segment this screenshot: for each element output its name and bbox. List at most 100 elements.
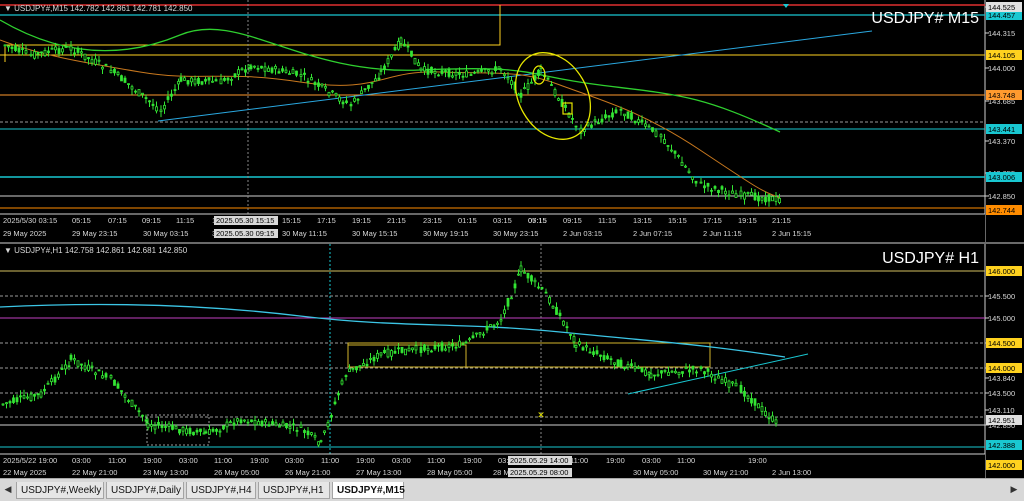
- date-label: 2 Jun 03:15: [563, 229, 602, 238]
- time-label: 03:15: [493, 216, 512, 225]
- time-label: 15:15: [668, 216, 687, 225]
- time-label: 09:15: [563, 216, 582, 225]
- price-tick-label: 145.000: [988, 314, 1015, 323]
- date-label: 30 May 05:00: [633, 468, 678, 477]
- time-label: 07:15: [528, 216, 547, 225]
- time-label: 11:15: [598, 216, 616, 225]
- price-tick-label: 145.500: [988, 292, 1015, 301]
- price-tag-label: 142.744: [988, 206, 1015, 215]
- tab-usdjpy-h1[interactable]: USDJPY#,H1: [258, 482, 330, 499]
- info-line-m15: ▼ USDJPY#,M15 142.782 142.861 142.781 14…: [4, 4, 193, 13]
- time-label: 11:00: [677, 456, 695, 465]
- time-label: 19:00: [143, 456, 162, 465]
- time-label: 21:15: [387, 216, 406, 225]
- date-label: 30 May 23:15: [493, 229, 538, 238]
- date-label: 30 May 19:15: [423, 229, 468, 238]
- price-tag-label: 142.000: [988, 461, 1015, 470]
- price-ticks-m15: 144.525144.315144.000143.685143.370143.0…: [985, 3, 1015, 201]
- time-label: 2025/5/22 19:00: [3, 456, 57, 465]
- price-tick-label: 143.110: [988, 406, 1015, 415]
- annotation-box: [562, 102, 573, 115]
- date-label: 2 Jun 13:00: [772, 468, 811, 477]
- price-chart-m15[interactable]: USDJPY# M15 ▼ USDJPY#,M15 142.782 142.86…: [0, 0, 1024, 242]
- date-label: 28 May 05:00: [427, 468, 472, 477]
- time-label: 2025/5/30 03:15: [3, 216, 57, 225]
- date-label: 30 May 15:15: [352, 229, 397, 238]
- date-label: 2 Jun 11:15: [703, 229, 742, 238]
- info-line-h1: ▼ USDJPY#,H1 142.758 142.861 142.681 142…: [4, 246, 188, 255]
- chart-pane-h1[interactable]: ✕ USDJPY# H1 ▼ USDJPY#,H1 142.758 142.86…: [0, 242, 1024, 480]
- time-label: 11:00: [427, 456, 445, 465]
- price-tag-label: 144.525: [988, 3, 1015, 12]
- price-tick-label: 143.500: [988, 389, 1015, 398]
- time-label: 19:15: [738, 216, 757, 225]
- date-label: 29 May 23:15: [72, 229, 117, 238]
- price-tag-label: 146.000: [988, 267, 1015, 276]
- price-tag-label: 143.748: [988, 91, 1015, 100]
- date-label: 26 May 21:00: [285, 468, 330, 477]
- date-label: 26 May 05:00: [214, 468, 259, 477]
- price-tag-label: 143.006: [988, 173, 1015, 182]
- price-tag-label: 142.388: [988, 441, 1015, 450]
- moving-average-green: [0, 19, 781, 133]
- time-label: 03:00: [179, 456, 198, 465]
- time-label: 07:15: [108, 216, 127, 225]
- price-tag-label: 144.000: [988, 364, 1015, 373]
- moving-average-cyan: [0, 303, 786, 358]
- time-label: 03:00: [642, 456, 661, 465]
- time-label: 15:15: [282, 216, 301, 225]
- time-label: 19:00: [356, 456, 375, 465]
- time-label: 11:00: [214, 456, 232, 465]
- time-label: 11:00: [108, 456, 126, 465]
- time-label: 17:15: [703, 216, 722, 225]
- date-label: 22 May 21:00: [72, 468, 117, 477]
- tab-usdjpy-h4[interactable]: USDJPY#,H4: [186, 482, 256, 499]
- cursor-time-label-bottom: 2025.05.30 09:15: [216, 229, 274, 238]
- time-label: 19:00: [606, 456, 625, 465]
- time-label: 13:15: [633, 216, 652, 225]
- date-label: 30 May 21:00: [703, 468, 748, 477]
- chart-title-m15: USDJPY# M15: [871, 10, 979, 27]
- shift-marker-icon[interactable]: [783, 4, 789, 8]
- time-label: 03:00: [392, 456, 411, 465]
- time-label: 11:00: [570, 456, 588, 465]
- cross-marker-icon: ✕: [537, 411, 545, 421]
- date-label: 30 May 03:15: [143, 229, 188, 238]
- triangle-right-icon[interactable]: ▶: [1008, 482, 1020, 498]
- price-tag-label: 143.441: [988, 125, 1015, 134]
- date-label: 28 M: [493, 468, 510, 477]
- triangle-left-icon[interactable]: ◀: [2, 482, 14, 498]
- cursor-time-label-top: 2025.05.29 14:00: [510, 456, 568, 465]
- price-tick-label: 143.370: [988, 137, 1015, 146]
- date-label: 2 Jun 07:15: [633, 229, 672, 238]
- price-tag-label: 144.500: [988, 339, 1015, 348]
- tab-usdjpy-m15[interactable]: USDJPY#,M15: [332, 482, 405, 499]
- date-label: 2 Jun 15:15: [772, 229, 811, 238]
- chart-pane-m15[interactable]: USDJPY# M15 ▼ USDJPY#,M15 142.782 142.86…: [0, 0, 1024, 242]
- triangle-down-icon[interactable]: ▼: [4, 246, 14, 255]
- time-label: 19:00: [463, 456, 482, 465]
- price-tick-label: 143.840: [988, 374, 1015, 383]
- date-label: 30 May 11:15: [282, 229, 327, 238]
- time-label: 23:15: [423, 216, 442, 225]
- triangle-down-icon[interactable]: ▼: [4, 4, 14, 13]
- tab-usdjpy-weekly[interactable]: USDJPY#,Weekly: [16, 482, 104, 499]
- price-chart-h1[interactable]: ✕ USDJPY# H1 ▼ USDJPY#,H1 142.758 142.86…: [0, 244, 1024, 480]
- tab-usdjpy-daily[interactable]: USDJPY#,Daily: [106, 482, 184, 499]
- time-label: 09:15: [142, 216, 161, 225]
- price-tag-label: 144.457: [988, 11, 1015, 20]
- price-tick-label: 144.315: [988, 29, 1015, 38]
- date-label: 22 May 2025: [3, 468, 46, 477]
- time-label: 01:15: [458, 216, 477, 225]
- cursor-time-label-bottom: 2025.05.29 08:00: [510, 468, 568, 477]
- time-label: 05:15: [72, 216, 91, 225]
- time-label: 21:15: [772, 216, 791, 225]
- cursor-time-label-top: 2025.05.30 15:15: [216, 216, 274, 225]
- candles-h1: [1, 261, 778, 448]
- time-label: 19:15: [352, 216, 371, 225]
- time-label: 19:00: [748, 456, 767, 465]
- time-label: 11:00: [321, 456, 339, 465]
- price-tag-label: 144.105: [988, 51, 1015, 60]
- chart-title-h1: USDJPY# H1: [882, 250, 979, 267]
- range-rectangle-yellow: [347, 342, 711, 368]
